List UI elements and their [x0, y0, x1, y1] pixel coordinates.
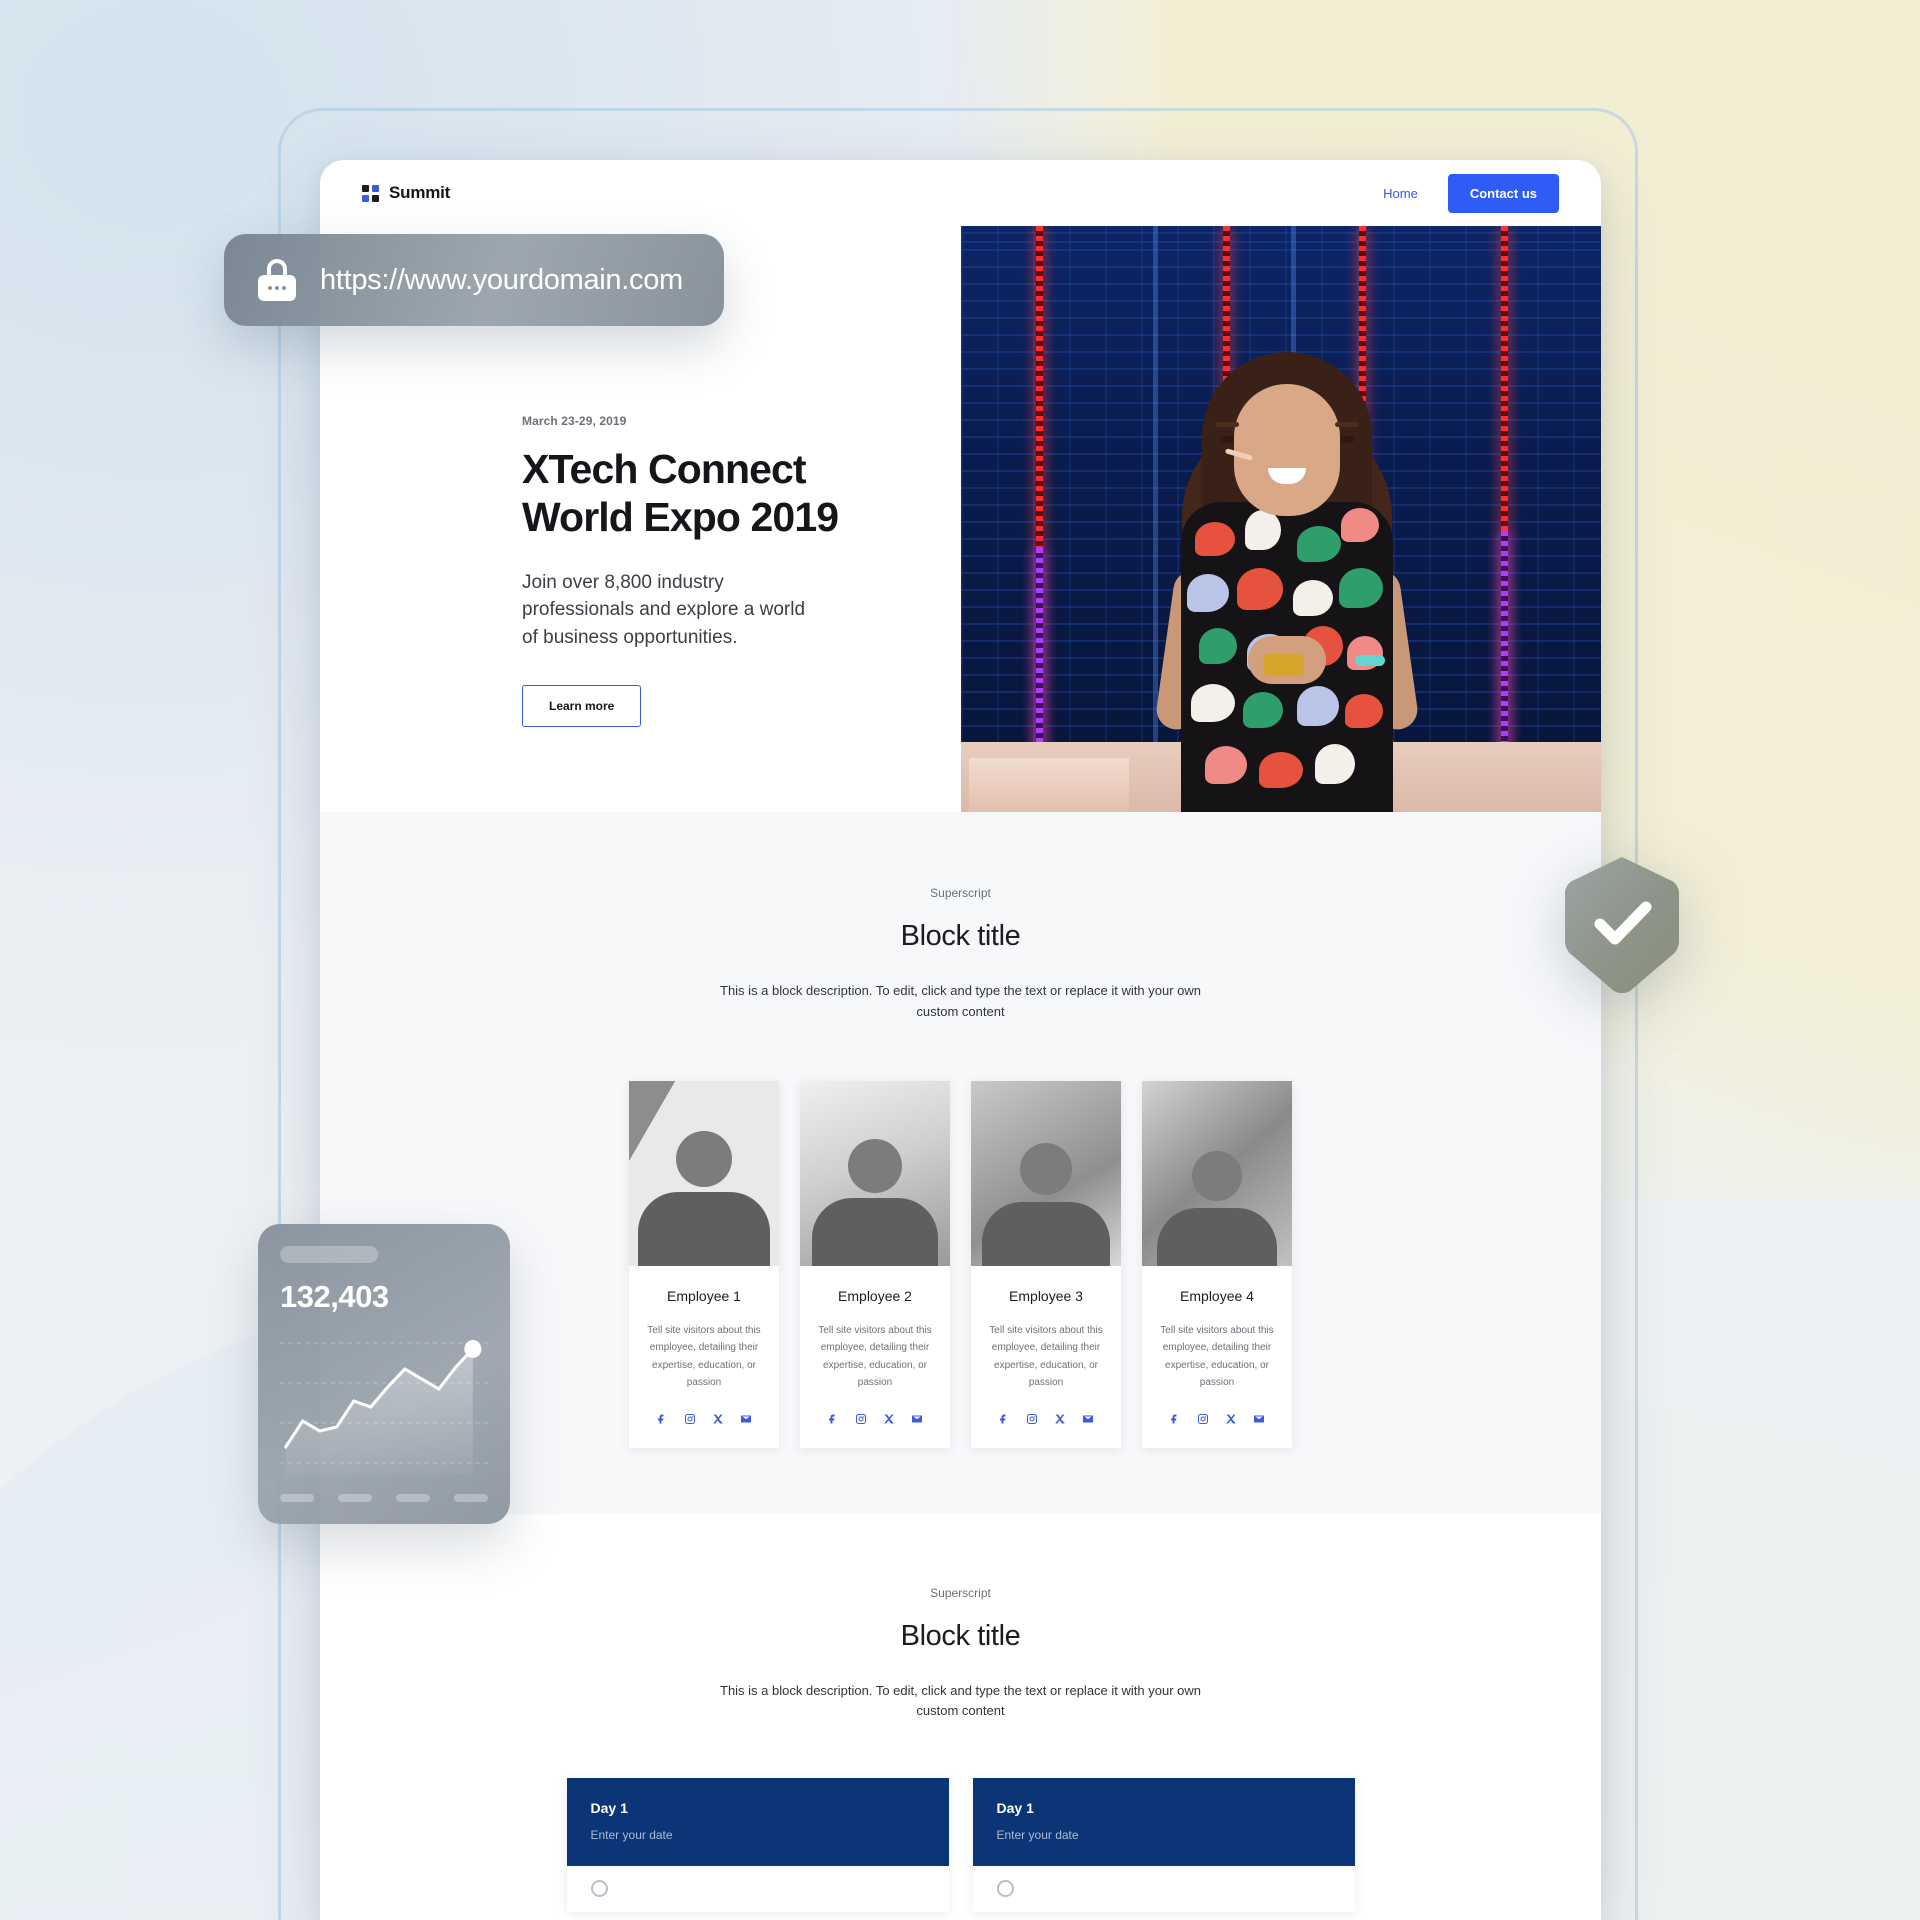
email-icon[interactable] [911, 1412, 923, 1430]
instagram-icon[interactable] [1026, 1412, 1038, 1430]
employee-social-links [985, 1412, 1107, 1430]
schedule-block-title: Block title [900, 1619, 1021, 1652]
day-card[interactable]: Day 1 Enter your date [566, 1778, 949, 1913]
schedule-block-description: This is a block description. To edit, cl… [720, 1682, 1201, 1719]
employee-card[interactable]: Employee 3 Tell site visitors about this… [971, 1080, 1121, 1448]
employee-card-row: Employee 1 Tell site visitors about this… [320, 1080, 1601, 1448]
nav-link-home[interactable]: Home [1383, 186, 1418, 201]
shield-check-icon [1560, 855, 1684, 995]
employee-photo [629, 1080, 779, 1266]
email-icon[interactable] [1253, 1412, 1265, 1430]
employee-bio: Tell site visitors about this employee, … [818, 1324, 932, 1389]
x-twitter-icon[interactable] [1054, 1412, 1066, 1430]
employee-bio: Tell site visitors about this employee, … [989, 1324, 1103, 1389]
url-text: https://www.yourdomain.com [320, 263, 683, 296]
site-logo[interactable]: Summit [362, 183, 450, 203]
site-navbar: Summit Home Contact us [320, 160, 1601, 226]
instagram-icon[interactable] [855, 1412, 867, 1430]
email-icon[interactable] [1082, 1412, 1094, 1430]
stats-card-footer-placeholders [280, 1494, 488, 1502]
x-twitter-icon[interactable] [712, 1412, 724, 1430]
x-twitter-icon[interactable] [1225, 1412, 1237, 1430]
navbar-actions: Home Contact us [1383, 173, 1559, 213]
employee-name: Employee 2 [838, 1287, 912, 1304]
employee-card[interactable]: Employee 4 Tell site visitors about this… [1142, 1080, 1292, 1448]
day-title: Day 1 [996, 1800, 1034, 1817]
employee-social-links [1156, 1412, 1278, 1430]
facebook-icon[interactable] [656, 1412, 668, 1430]
employee-photo [971, 1080, 1121, 1266]
employee-social-links [814, 1412, 936, 1430]
stats-card-widget: 132,403 [258, 1224, 510, 1524]
employee-name: Employee 4 [1180, 1287, 1254, 1304]
schedule-superscript: Superscript [930, 1585, 991, 1600]
clock-icon [590, 1880, 608, 1898]
stats-card-value: 132,403 [280, 1279, 389, 1314]
url-bar-widget[interactable]: https://www.yourdomain.com [224, 234, 724, 326]
team-block-title: Block title [900, 920, 1021, 952]
instagram-icon[interactable] [1197, 1412, 1209, 1430]
learn-more-button[interactable]: Learn more [522, 685, 642, 728]
speaker-figure [1137, 312, 1437, 812]
hero-title-line-2: World Expo 2019 [522, 493, 839, 540]
clock-icon [996, 1880, 1014, 1898]
stage-photo [961, 226, 1601, 812]
browser-window-mockup: Summit Home Contact us March 23-29, 2019… [320, 160, 1601, 1920]
facebook-icon[interactable] [1169, 1412, 1181, 1430]
team-section: Superscript Block title This is a block … [320, 812, 1601, 1514]
day-card[interactable]: Day 1 Enter your date [972, 1778, 1355, 1913]
hero-image [961, 226, 1601, 812]
employee-bio: Tell site visitors about this employee, … [647, 1324, 761, 1389]
day-card-row: Day 1 Enter your date Day 1 Enter your d… [320, 1778, 1601, 1913]
hero-date: March 23-29, 2019 [522, 414, 627, 428]
brand-name: Summit [389, 183, 451, 202]
stats-card-chart [280, 1335, 488, 1483]
day-title: Day 1 [590, 1800, 628, 1817]
hero-title: XTech Connect World Expo 2019 [522, 446, 852, 541]
employee-bio: Tell site visitors about this employee, … [1160, 1324, 1274, 1389]
day-date-placeholder: Enter your date [996, 1828, 1079, 1843]
schedule-section: Superscript Block title This is a block … [320, 1513, 1601, 1913]
hero-title-line-1: XTech Connect [522, 446, 807, 492]
facebook-icon[interactable] [998, 1412, 1010, 1430]
employee-name: Employee 1 [667, 1287, 741, 1304]
grid-logo-icon [362, 184, 379, 202]
instagram-icon[interactable] [684, 1412, 696, 1430]
x-twitter-icon[interactable] [883, 1412, 895, 1430]
email-icon[interactable] [740, 1412, 752, 1430]
lock-icon [258, 259, 296, 301]
employee-card[interactable]: Employee 2 Tell site visitors about this… [800, 1080, 950, 1448]
contact-us-button[interactable]: Contact us [1447, 173, 1559, 213]
employee-photo [800, 1080, 950, 1266]
day-date-placeholder: Enter your date [590, 1828, 673, 1843]
employee-card[interactable]: Employee 1 Tell site visitors about this… [629, 1080, 779, 1448]
team-block-description: This is a block description. To edit, cl… [720, 983, 1201, 1019]
stats-card-title-placeholder [280, 1246, 378, 1263]
employee-name: Employee 3 [1009, 1287, 1083, 1304]
facebook-icon[interactable] [827, 1412, 839, 1430]
hero-subtitle: Join over 8,800 industry professionals a… [522, 572, 806, 648]
employee-social-links [643, 1412, 765, 1430]
team-superscript: Superscript [930, 886, 991, 900]
employee-photo [1142, 1080, 1292, 1266]
